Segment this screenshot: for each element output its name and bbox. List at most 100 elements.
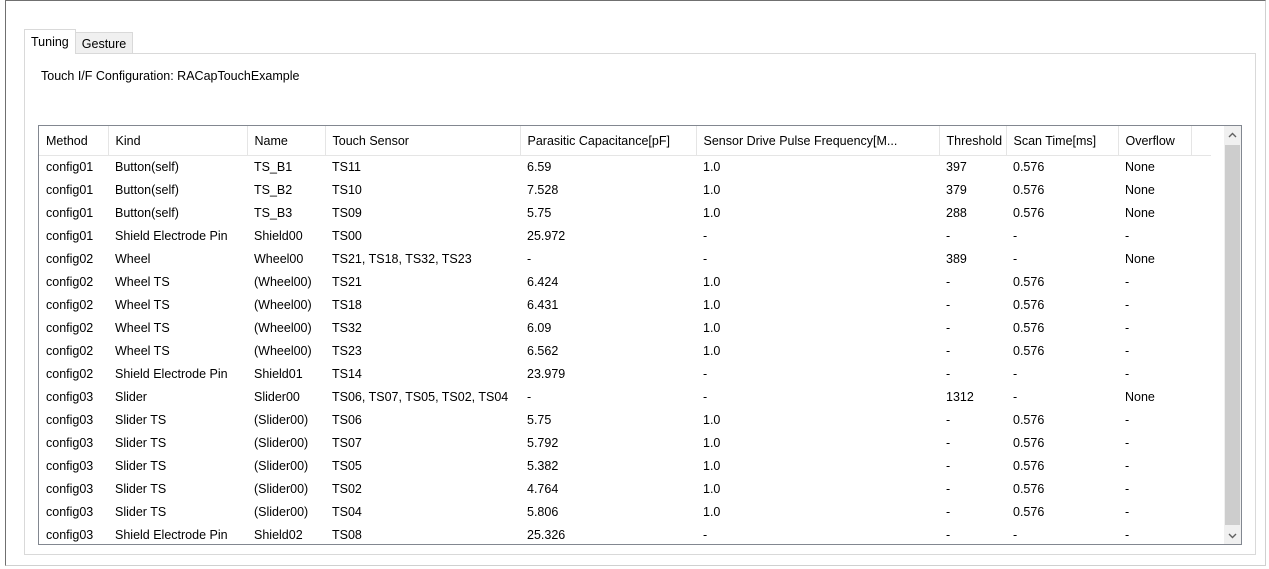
cell-parasitic-capacitance: 6.59 xyxy=(527,160,552,174)
cell-touch-sensor: TS06, TS07, TS05, TS02, TS04 xyxy=(332,390,509,404)
cell-parasitic-capacitance: 4.764 xyxy=(527,482,559,496)
cell-threshold: - xyxy=(946,413,951,427)
cell-drive-frequency: - xyxy=(703,229,708,243)
cell-overflow: None xyxy=(1125,206,1155,220)
cell-drive-frequency: - xyxy=(703,367,708,381)
cell-filler xyxy=(1191,271,1211,294)
cell-threshold: - xyxy=(946,367,951,381)
cell-touch-sensor: TS32 xyxy=(332,321,362,335)
cell-overflow: None xyxy=(1125,390,1155,404)
column-header-method[interactable]: Method xyxy=(39,126,109,156)
cell-parasitic-capacitance: 6.562 xyxy=(527,344,559,358)
column-header-name[interactable]: Name xyxy=(247,126,326,156)
cell-method: config02 xyxy=(46,367,94,381)
table-row[interactable]: config03 Slider Slider00 TS06, TS07, TS05, … xyxy=(39,386,1211,409)
tab-strip: Tuning Gesture xyxy=(24,29,134,54)
table-header: Method Kind Name Touch Sensor Parasitic … xyxy=(39,126,1211,156)
cell-parasitic-capacitance: - xyxy=(527,252,532,266)
cell-name: TS_B3 xyxy=(254,206,293,220)
cell-method: config03 xyxy=(46,459,94,473)
scrollbar-thumb[interactable] xyxy=(1225,145,1240,525)
cell-drive-frequency: 1.0 xyxy=(703,321,721,335)
cell-touch-sensor: TS23 xyxy=(332,344,362,358)
cell-drive-frequency: 1.0 xyxy=(703,298,721,312)
cell-overflow: - xyxy=(1125,413,1130,427)
cell-parasitic-capacitance: 23.979 xyxy=(527,367,566,381)
column-header-overflow[interactable]: Overflow xyxy=(1118,126,1192,156)
cell-threshold: - xyxy=(946,459,951,473)
column-header-threshold[interactable]: Threshold xyxy=(939,126,1007,156)
cell-threshold: - xyxy=(946,505,951,519)
table-row[interactable]: config02 Wheel Wheel00 TS21, TS18, TS32, TS… xyxy=(39,248,1211,271)
column-header-kind[interactable]: Kind xyxy=(108,126,248,156)
cell-drive-frequency: 1.0 xyxy=(703,505,721,519)
column-header-drive-frequency[interactable]: Sensor Drive Pulse Frequency[M... xyxy=(696,126,940,156)
cell-kind: Button(self) xyxy=(115,206,179,220)
cell-name: TS_B1 xyxy=(254,160,293,174)
cell-kind: Wheel xyxy=(115,252,151,266)
cell-overflow: - xyxy=(1125,344,1130,358)
table-row[interactable]: config03 Slider TS (Slider00) TS05 5.382 1.0 -… xyxy=(39,455,1211,478)
table-row[interactable]: config01 Button(self) TS_B1 TS11 6.59 1.0 397 0… xyxy=(39,156,1211,180)
column-header-parasitic-capacitance[interactable]: Parasitic Capacitance[pF] xyxy=(520,126,697,156)
cell-threshold: - xyxy=(946,528,951,542)
table-row[interactable]: config03 Slider TS (Slider00) TS07 5.792 1.0 -… xyxy=(39,432,1211,455)
cell-method: config03 xyxy=(46,505,94,519)
cell-parasitic-capacitance: 5.75 xyxy=(527,206,552,220)
chevron-down-icon[interactable] xyxy=(1224,527,1241,544)
cell-scan-time: 0.576 xyxy=(1013,160,1045,174)
cell-overflow: - xyxy=(1125,505,1130,519)
cell-method: config02 xyxy=(46,275,94,289)
tab-tuning[interactable]: Tuning xyxy=(24,29,76,54)
table-row[interactable]: config03 Slider TS (Slider00) TS04 5.806 1.0 -… xyxy=(39,501,1211,524)
cell-filler xyxy=(1191,179,1211,202)
cell-scan-time: 0.576 xyxy=(1013,298,1045,312)
table-row[interactable]: config02 Wheel TS (Wheel00) TS21 6.424 1.0 - 0.… xyxy=(39,271,1211,294)
table-row[interactable]: config02 Wheel TS (Wheel00) TS23 6.562 1.0 - 0.… xyxy=(39,340,1211,363)
table-row[interactable]: config01 Shield Electrode Pin Shield00 TS00… xyxy=(39,225,1211,248)
table-row[interactable]: config02 Shield Electrode Pin Shield01 TS14… xyxy=(39,363,1211,386)
cell-overflow: None xyxy=(1125,252,1155,266)
tuning-panel: Touch I/F Configuration: RACapTouchExamp… xyxy=(24,53,1256,555)
cell-drive-frequency: - xyxy=(703,528,708,542)
table-row[interactable]: config01 Button(self) TS_B2 TS10 7.528 1.0 379… xyxy=(39,179,1211,202)
cell-name: (Slider00) xyxy=(254,482,309,496)
cell-method: config02 xyxy=(46,298,94,312)
cell-filler xyxy=(1191,455,1211,478)
cell-parasitic-capacitance: 5.75 xyxy=(527,413,552,427)
table-row[interactable]: config02 Wheel TS (Wheel00) TS32 6.09 1.0 - 0.5… xyxy=(39,317,1211,340)
cell-name: Shield02 xyxy=(254,528,303,542)
column-header-touch-sensor[interactable]: Touch Sensor xyxy=(325,126,521,156)
cell-name: Slider00 xyxy=(254,390,300,404)
cell-drive-frequency: 1.0 xyxy=(703,344,721,358)
cell-filler xyxy=(1191,363,1211,386)
column-header-scan-time[interactable]: Scan Time[ms] xyxy=(1006,126,1119,156)
cell-parasitic-capacitance: 5.382 xyxy=(527,459,559,473)
cell-scan-time: - xyxy=(1013,390,1018,404)
cell-parasitic-capacitance: 5.792 xyxy=(527,436,559,450)
chevron-up-icon[interactable] xyxy=(1224,126,1241,143)
cell-kind: Wheel TS xyxy=(115,298,170,312)
cell-threshold: 397 xyxy=(946,160,967,174)
cell-touch-sensor: TS09 xyxy=(332,206,362,220)
vertical-scrollbar[interactable] xyxy=(1223,126,1241,544)
table-row[interactable]: config01 Button(self) TS_B3 TS09 5.75 1.0 288 0… xyxy=(39,202,1211,225)
cell-method: config01 xyxy=(46,229,94,243)
table-body: config01 Button(self) TS_B1 TS11 6.59 1.0 397 0… xyxy=(39,156,1211,545)
tab-gesture[interactable]: Gesture xyxy=(74,32,134,54)
table-row[interactable]: config03 Slider TS (Slider00) TS06 5.75 1.0 - 0… xyxy=(39,409,1211,432)
table-row[interactable]: config02 Wheel TS (Wheel00) TS18 6.431 1.0 - 0.… xyxy=(39,294,1211,317)
cell-overflow: - xyxy=(1125,367,1130,381)
cell-name: (Slider00) xyxy=(254,505,309,519)
cell-overflow: - xyxy=(1125,436,1130,450)
cell-parasitic-capacitance: 6.424 xyxy=(527,275,559,289)
cell-filler xyxy=(1191,340,1211,363)
sensor-table[interactable]: Method Kind Name Touch Sensor Parasitic … xyxy=(38,125,1242,545)
cell-method: config03 xyxy=(46,482,94,496)
table-row[interactable]: config03 Slider TS (Slider00) TS02 4.764 1.0 -… xyxy=(39,478,1211,501)
cell-kind: Shield Electrode Pin xyxy=(115,229,228,243)
table-row[interactable]: config03 Shield Electrode Pin Shield02 TS08… xyxy=(39,524,1211,544)
cell-threshold: - xyxy=(946,229,951,243)
cell-touch-sensor: TS08 xyxy=(332,528,362,542)
cell-scan-time: 0.576 xyxy=(1013,505,1045,519)
